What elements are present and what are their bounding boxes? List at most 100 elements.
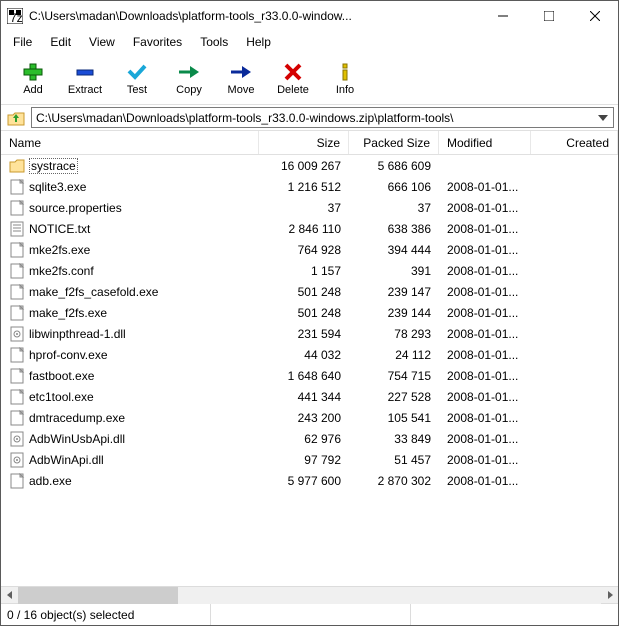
scroll-right-button[interactable] [601,587,618,604]
file-name: mke2fs.exe [29,243,90,257]
menu-help[interactable]: Help [238,33,279,51]
table-row[interactable]: AdbWinApi.dll97 79251 4572008-01-01... [1,449,618,470]
info-button[interactable]: Info [319,55,371,103]
table-row[interactable]: make_f2fs_casefold.exe501 248239 1472008… [1,281,618,302]
file-packed: 105 541 [349,411,439,425]
file-packed: 5 686 609 [349,159,439,173]
exe-icon [9,368,25,384]
table-row[interactable]: AdbWinUsbApi.dll62 97633 8492008-01-01..… [1,428,618,449]
address-bar: C:\Users\madan\Downloads\platform-tools_… [1,105,618,131]
delete-button[interactable]: Delete [267,55,319,103]
minimize-button[interactable] [480,1,526,31]
table-row[interactable]: libwinpthread-1.dll 231 59478 2932008-01-… [1,323,618,344]
titlebar[interactable]: 7z C:\Users\madan\Downloads\platform-too… [1,1,618,31]
file-size: 243 200 [259,411,349,425]
path-dropdown-icon[interactable] [595,108,611,127]
exe-icon [9,347,25,363]
column-modified[interactable]: Modified [439,131,531,154]
toolbar: Add Extract Test Copy Move Delete Info [1,53,618,105]
table-row[interactable]: mke2fs.exe764 928394 4442008-01-01... [1,239,618,260]
file-packed: 78 293 [349,327,439,341]
add-button[interactable]: Add [7,55,59,103]
file-packed: 227 528 [349,390,439,404]
table-row[interactable]: fastboot.exe1 648 640754 7152008-01-01..… [1,365,618,386]
scroll-track[interactable] [18,587,601,604]
move-button[interactable]: Move [215,55,267,103]
app-icon: 7z [7,8,23,24]
close-button[interactable] [572,1,618,31]
table-row[interactable]: mke2fs.conf1 1573912008-01-01... [1,260,618,281]
file-name: fastboot.exe [29,369,94,383]
file-icon [9,263,25,279]
path-text: C:\Users\madan\Downloads\platform-tools_… [36,111,454,125]
file-packed: 33 849 [349,432,439,446]
minus-icon [73,62,97,82]
copy-button[interactable]: Copy [163,55,215,103]
file-packed: 391 [349,264,439,278]
file-modified: 2008-01-01... [439,348,531,362]
table-row[interactable]: sqlite3.exe1 216 512666 1062008-01-01... [1,176,618,197]
table-row[interactable]: make_f2fs.exe501 248239 1442008-01-01... [1,302,618,323]
file-modified: 2008-01-01... [439,285,531,299]
file-modified: 2008-01-01... [439,432,531,446]
file-name: libwinpthread-1.dll [29,327,126,341]
file-list: Name Size Packed Size Modified Created s… [1,131,618,586]
svg-text:7z: 7z [10,11,23,24]
file-modified: 2008-01-01... [439,474,531,488]
table-row[interactable]: NOTICE.txt2 846 110638 3862008-01-01... [1,218,618,239]
menu-tools[interactable]: Tools [192,33,236,51]
scroll-thumb[interactable] [18,587,178,604]
exe-icon [9,242,25,258]
copy-arrow-icon [177,62,201,82]
file-size: 231 594 [259,327,349,341]
column-size[interactable]: Size [259,131,349,154]
status-mid [211,604,411,625]
file-name: AdbWinApi.dll [29,453,104,467]
column-created[interactable]: Created [531,131,618,154]
scroll-left-button[interactable] [1,587,18,604]
file-modified: 2008-01-01... [439,306,531,320]
move-arrow-icon [229,62,253,82]
table-row[interactable]: adb.exe5 977 6002 870 3022008-01-01... [1,470,618,491]
horizontal-scrollbar[interactable] [1,586,618,603]
test-button[interactable]: Test [111,55,163,103]
file-packed: 638 386 [349,222,439,236]
menu-view[interactable]: View [81,33,123,51]
file-packed: 754 715 [349,369,439,383]
table-row[interactable]: source.properties37372008-01-01... [1,197,618,218]
column-name[interactable]: Name [1,131,259,154]
file-name: AdbWinUsbApi.dll [29,432,125,446]
file-icon [9,200,25,216]
file-modified: 2008-01-01... [439,390,531,404]
path-input[interactable]: C:\Users\madan\Downloads\platform-tools_… [31,107,614,128]
menu-edit[interactable]: Edit [42,33,79,51]
exe-icon [9,284,25,300]
up-folder-button[interactable] [5,107,27,129]
txt-icon [9,221,25,237]
exe-icon [9,389,25,405]
column-headers: Name Size Packed Size Modified Created [1,131,618,155]
status-right [411,604,618,625]
table-row[interactable]: hprof-conv.exe44 03224 1122008-01-01... [1,344,618,365]
table-row[interactable]: dmtracedump.exe243 200105 5412008-01-01.… [1,407,618,428]
extract-button[interactable]: Extract [59,55,111,103]
menu-file[interactable]: File [5,33,40,51]
file-size: 1 216 512 [259,180,349,194]
file-size: 501 248 [259,285,349,299]
file-size: 97 792 [259,453,349,467]
file-modified: 2008-01-01... [439,327,531,341]
window-title: C:\Users\madan\Downloads\platform-tools_… [29,9,480,23]
table-row[interactable]: etc1tool.exe441 344227 5282008-01-01... [1,386,618,407]
file-name: systrace [29,158,78,174]
file-size: 1 648 640 [259,369,349,383]
menu-favorites[interactable]: Favorites [125,33,190,51]
table-row[interactable]: systrace16 009 2675 686 609 [1,155,618,176]
file-name: make_f2fs.exe [29,306,107,320]
x-icon [281,62,305,82]
file-size: 441 344 [259,390,349,404]
info-icon [333,62,357,82]
file-modified: 2008-01-01... [439,222,531,236]
file-packed: 2 870 302 [349,474,439,488]
maximize-button[interactable] [526,1,572,31]
column-packed[interactable]: Packed Size [349,131,439,154]
